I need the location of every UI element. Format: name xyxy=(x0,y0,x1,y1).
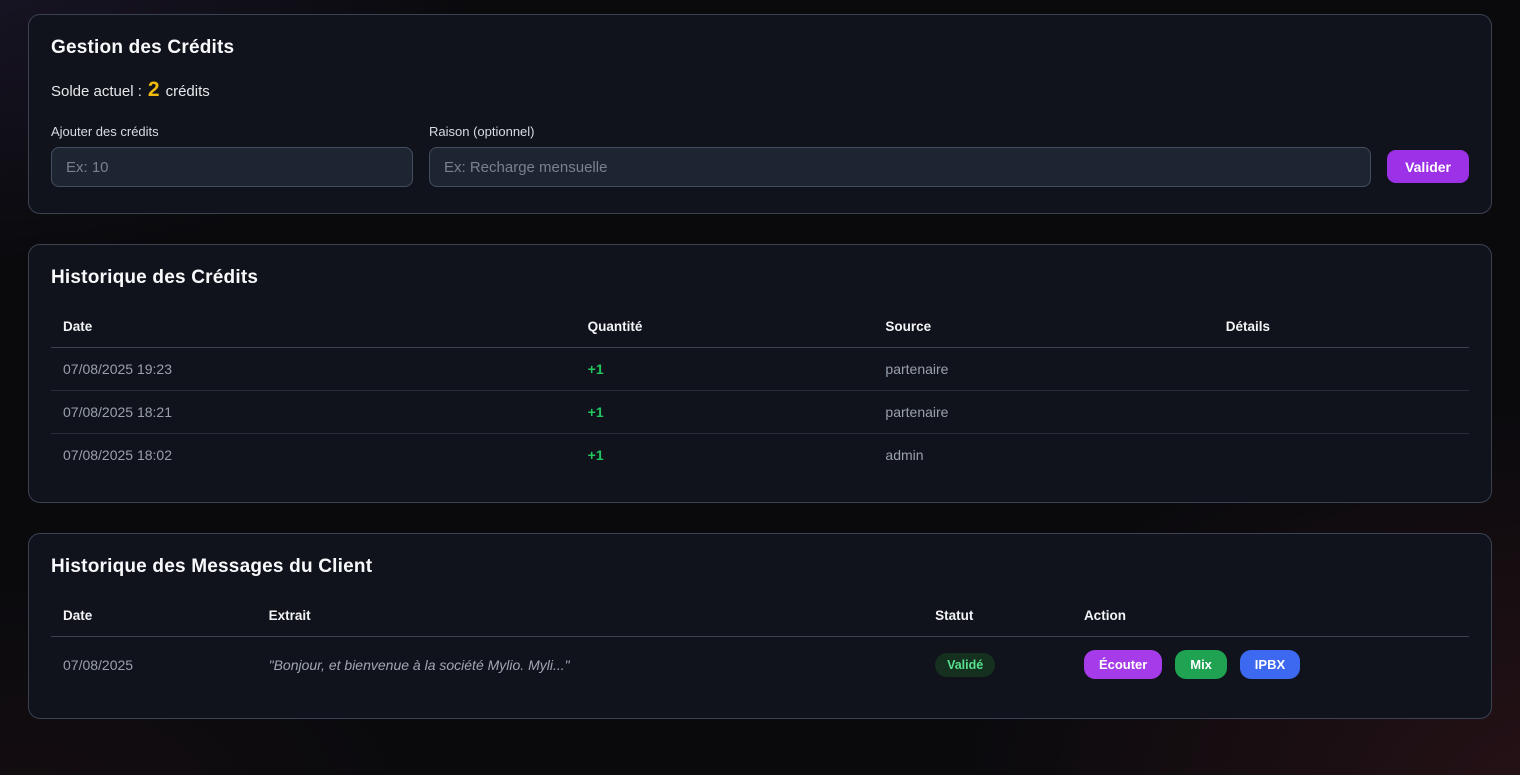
balance-suffix-label: crédits xyxy=(166,83,210,100)
table-row: 07/08/2025 18:02 +1 admin xyxy=(51,434,1469,477)
cell-date: 07/08/2025 18:21 xyxy=(51,391,576,434)
column-header-status: Statut xyxy=(923,598,1072,637)
message-history-table: Date Extrait Statut Action 07/08/2025 "B… xyxy=(51,598,1469,692)
validate-button[interactable]: Valider xyxy=(1387,150,1469,183)
cell-quantity: +1 xyxy=(576,348,874,391)
table-row: 07/08/2025 "Bonjour, et bienvenue à la s… xyxy=(51,637,1469,693)
add-credits-form: Ajouter des crédits Raison (optionnel) V… xyxy=(51,124,1469,187)
cell-date: 07/08/2025 xyxy=(51,637,257,693)
balance-prefix-label: Solde actuel : xyxy=(51,83,142,100)
cell-quantity: +1 xyxy=(576,434,874,477)
reason-field-group: Raison (optionnel) xyxy=(429,124,1371,187)
cell-details xyxy=(1214,391,1469,434)
balance-value: 2 xyxy=(148,79,160,100)
mix-button[interactable]: Mix xyxy=(1175,650,1227,679)
column-header-quantity: Quantité xyxy=(576,309,874,348)
reason-input[interactable] xyxy=(429,147,1371,187)
amount-field-label: Ajouter des crédits xyxy=(51,124,413,139)
cell-quantity: +1 xyxy=(576,391,874,434)
cell-date: 07/08/2025 19:23 xyxy=(51,348,576,391)
message-history-header-row: Date Extrait Statut Action xyxy=(51,598,1469,637)
message-history-title: Historique des Messages du Client xyxy=(51,556,1469,578)
status-badge: Validé xyxy=(935,653,995,677)
credit-history-title: Historique des Crédits xyxy=(51,267,1469,289)
credit-history-header-row: Date Quantité Source Détails xyxy=(51,309,1469,348)
cell-source: admin xyxy=(873,434,1213,477)
listen-button[interactable]: Écouter xyxy=(1084,650,1162,679)
table-row: 07/08/2025 18:21 +1 partenaire xyxy=(51,391,1469,434)
cell-details xyxy=(1214,348,1469,391)
message-history-card: Historique des Messages du Client Date E… xyxy=(28,533,1492,719)
credit-history-table: Date Quantité Source Détails 07/08/2025 … xyxy=(51,309,1469,476)
cell-date: 07/08/2025 18:02 xyxy=(51,434,576,477)
column-header-date: Date xyxy=(51,598,257,637)
column-header-excerpt: Extrait xyxy=(257,598,923,637)
page: Gestion des Crédits Solde actuel : 2 cré… xyxy=(0,0,1520,733)
cell-excerpt: "Bonjour, et bienvenue à la société Myli… xyxy=(257,637,923,693)
table-row: 07/08/2025 19:23 +1 partenaire xyxy=(51,348,1469,391)
amount-input[interactable] xyxy=(51,147,413,187)
column-header-source: Source xyxy=(873,309,1213,348)
ipbx-button[interactable]: IPBX xyxy=(1240,650,1300,679)
credit-history-card: Historique des Crédits Date Quantité Sou… xyxy=(28,244,1492,503)
credit-management-title: Gestion des Crédits xyxy=(51,37,1469,59)
column-header-date: Date xyxy=(51,309,576,348)
credit-management-card: Gestion des Crédits Solde actuel : 2 cré… xyxy=(28,14,1492,214)
reason-field-label: Raison (optionnel) xyxy=(429,124,1371,139)
cell-source: partenaire xyxy=(873,348,1213,391)
cell-source: partenaire xyxy=(873,391,1213,434)
cell-actions: Écouter Mix IPBX xyxy=(1072,637,1469,693)
column-header-details: Détails xyxy=(1214,309,1469,348)
column-header-action: Action xyxy=(1072,598,1469,637)
cell-details xyxy=(1214,434,1469,477)
amount-field-group: Ajouter des crédits xyxy=(51,124,413,187)
current-balance: Solde actuel : 2 crédits xyxy=(51,79,1469,100)
cell-status: Validé xyxy=(923,637,1072,693)
